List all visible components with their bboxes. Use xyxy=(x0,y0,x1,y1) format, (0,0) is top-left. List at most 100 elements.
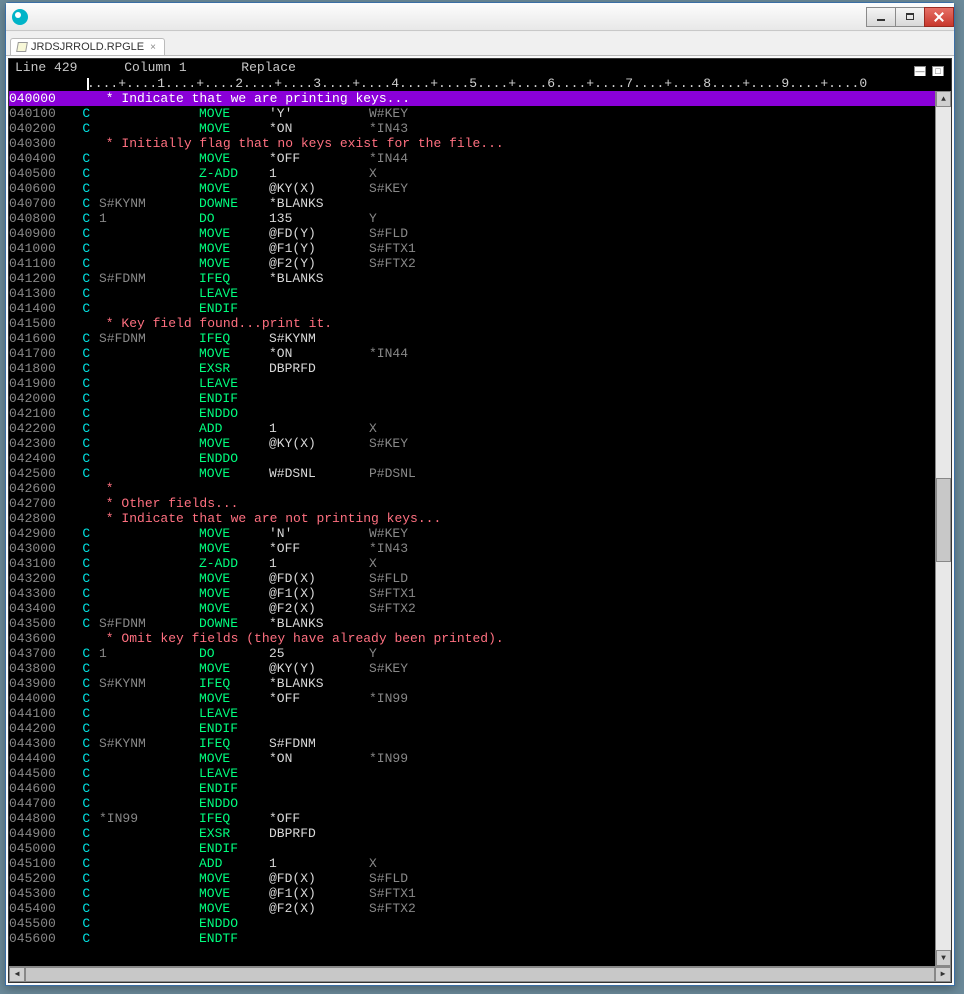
code-line[interactable]: 042600 * xyxy=(9,481,935,496)
code-line[interactable]: 044100 CLEAVE xyxy=(9,706,935,721)
code-line[interactable]: 041900 CLEAVE xyxy=(9,376,935,391)
factor1 xyxy=(99,706,199,721)
opcode: IFEQ xyxy=(199,271,269,286)
sequence-number: 044900 xyxy=(9,826,59,841)
code-line[interactable]: 043200 CMOVE@FD(X)S#FLD xyxy=(9,571,935,586)
code-line[interactable]: 041000 CMOVE@F1(Y)S#FTX1 xyxy=(9,241,935,256)
code-line[interactable]: 045400 CMOVE@F2(X)S#FTX2 xyxy=(9,901,935,916)
code-line[interactable]: 041700 CMOVE*ON*IN44 xyxy=(9,346,935,361)
code-line[interactable]: 042800 * Indicate that we are not printi… xyxy=(9,511,935,526)
code-line[interactable]: 044400 CMOVE*ON*IN99 xyxy=(9,751,935,766)
code-line[interactable]: 045500 CENDDO xyxy=(9,916,935,931)
code-line[interactable]: 040000 * Indicate that we are printing k… xyxy=(9,91,935,106)
code-line[interactable]: 045100 CADD1X xyxy=(9,856,935,871)
editor-tab[interactable]: JRDSJRROLD.RPGLE × xyxy=(10,38,165,55)
opcode: IFEQ xyxy=(199,811,269,826)
sequence-number: 043400 xyxy=(9,601,59,616)
sequence-number: 044300 xyxy=(9,736,59,751)
code-line[interactable]: 042200 CADD1X xyxy=(9,421,935,436)
horizontal-scrollbar[interactable]: ◀ ▶ xyxy=(9,966,951,982)
code-line[interactable]: 042500 CMOVEW#DSNLP#DSNL xyxy=(9,466,935,481)
code-line[interactable]: 044200 CENDIF xyxy=(9,721,935,736)
factor1 xyxy=(99,466,199,481)
code-line[interactable]: 042700 * Other fields... xyxy=(9,496,935,511)
scroll-right-icon[interactable]: ▶ xyxy=(935,967,951,982)
code-line[interactable]: 041100 CMOVE@F2(Y)S#FTX2 xyxy=(9,256,935,271)
code-line[interactable]: 043400 CMOVE@F2(X)S#FTX2 xyxy=(9,601,935,616)
editor: Line 429 Column 1 Replace ....+....1....… xyxy=(8,58,952,983)
sequence-number: 045500 xyxy=(9,916,59,931)
spec-type: C xyxy=(59,901,99,916)
code-line[interactable]: 040100 CMOVE'Y'W#KEY xyxy=(9,106,935,121)
result: *IN99 xyxy=(369,751,935,766)
code-line[interactable]: 045200 CMOVE@FD(X)S#FLD xyxy=(9,871,935,886)
v-scroll-track[interactable] xyxy=(936,107,951,950)
opcode: LEAVE xyxy=(199,286,269,301)
vertical-scrollbar[interactable]: ▲ ▼ xyxy=(935,91,951,966)
factor2: @FD(Y) xyxy=(269,226,369,241)
sequence-number: 040800 xyxy=(9,211,59,226)
tab-close-icon[interactable]: × xyxy=(148,42,158,53)
h-scroll-thumb[interactable] xyxy=(25,967,935,982)
v-scroll-thumb[interactable] xyxy=(936,478,951,562)
code-line[interactable]: 040200 CMOVE*ON*IN43 xyxy=(9,121,935,136)
factor1 xyxy=(99,376,199,391)
code-line[interactable]: 042000 CENDIF xyxy=(9,391,935,406)
code-line[interactable]: 043600 * Omit key fields (they have alre… xyxy=(9,631,935,646)
code-line[interactable]: 043100 CZ-ADD1X xyxy=(9,556,935,571)
code-line[interactable]: 040400 CMOVE*OFF*IN44 xyxy=(9,151,935,166)
code-line[interactable]: 041600 CS#FDNMIFEQS#KYNM xyxy=(9,331,935,346)
code-line[interactable]: 043000 CMOVE*OFF*IN43 xyxy=(9,541,935,556)
code-line[interactable]: 042900 CMOVE'N'W#KEY xyxy=(9,526,935,541)
code-line[interactable]: 043900 CS#KYNMIFEQ*BLANKS xyxy=(9,676,935,691)
factor2 xyxy=(269,916,369,931)
code-line[interactable]: 044600 CENDIF xyxy=(9,781,935,796)
sequence-number: 044600 xyxy=(9,781,59,796)
titlebar[interactable] xyxy=(6,3,954,31)
scroll-left-icon[interactable]: ◀ xyxy=(9,967,25,982)
code-area[interactable]: 040000 * Indicate that we are printing k… xyxy=(9,91,935,966)
code-line[interactable]: 041200 CS#FDNMIFEQ*BLANKS xyxy=(9,271,935,286)
code-line[interactable]: 043800 CMOVE@KY(Y)S#KEY xyxy=(9,661,935,676)
code-line[interactable]: 043500 CS#FDNMDOWNE*BLANKS xyxy=(9,616,935,631)
code-line[interactable]: 041400 CENDIF xyxy=(9,301,935,316)
close-button[interactable] xyxy=(924,7,954,27)
code-line[interactable]: 041800 CEXSRDBPRFD xyxy=(9,361,935,376)
code-line[interactable]: 043300 CMOVE@F1(X)S#FTX1 xyxy=(9,586,935,601)
minimize-button[interactable] xyxy=(866,7,896,27)
opcode: DO xyxy=(199,211,269,226)
code-line[interactable]: 044700 CENDDO xyxy=(9,796,935,811)
scroll-up-icon[interactable]: ▲ xyxy=(936,91,951,107)
factor1 xyxy=(99,601,199,616)
code-line[interactable]: 044300 CS#KYNMIFEQS#FDNM xyxy=(9,736,935,751)
code-line[interactable]: 040700 CS#KYNMDOWNE*BLANKS xyxy=(9,196,935,211)
code-line[interactable]: 044900 CEXSRDBPRFD xyxy=(9,826,935,841)
code-line[interactable]: 041500 * Key field found...print it. xyxy=(9,316,935,331)
factor1 xyxy=(99,751,199,766)
code-line[interactable]: 045600 CENDTF xyxy=(9,931,935,946)
code-line[interactable]: 040300 * Initially flag that no keys exi… xyxy=(9,136,935,151)
code-line[interactable]: 042400 CENDDO xyxy=(9,451,935,466)
code-line[interactable]: 042300 CMOVE@KY(X)S#KEY xyxy=(9,436,935,451)
code-line[interactable]: 044000 CMOVE*OFF*IN99 xyxy=(9,691,935,706)
code-line[interactable]: 045000 CENDIF xyxy=(9,841,935,856)
code-line[interactable]: 042100 CENDDO xyxy=(9,406,935,421)
opcode: MOVE xyxy=(199,586,269,601)
code-line[interactable]: 040900 CMOVE@FD(Y)S#FLD xyxy=(9,226,935,241)
code-line[interactable]: 043700 C1DO25Y xyxy=(9,646,935,661)
code-line[interactable]: 041300 CLEAVE xyxy=(9,286,935,301)
code-line[interactable]: 040500 CZ-ADD1X xyxy=(9,166,935,181)
code-line[interactable]: 044500 CLEAVE xyxy=(9,766,935,781)
code-line[interactable]: 040600 CMOVE@KY(X)S#KEY xyxy=(9,181,935,196)
result: *IN99 xyxy=(369,691,935,706)
result: S#FTX1 xyxy=(369,241,935,256)
code-line[interactable]: 040800 C1DO135Y xyxy=(9,211,935,226)
code-line[interactable]: 044800 C*IN99IFEQ*OFF xyxy=(9,811,935,826)
h-scroll-track[interactable] xyxy=(25,967,935,982)
maximize-button[interactable] xyxy=(895,7,925,27)
sequence-number: 042600 xyxy=(9,481,59,496)
code-line[interactable]: 045300 CMOVE@F1(X)S#FTX1 xyxy=(9,886,935,901)
factor2 xyxy=(269,301,369,316)
scroll-down-icon[interactable]: ▼ xyxy=(936,950,951,966)
factor1 xyxy=(99,241,199,256)
